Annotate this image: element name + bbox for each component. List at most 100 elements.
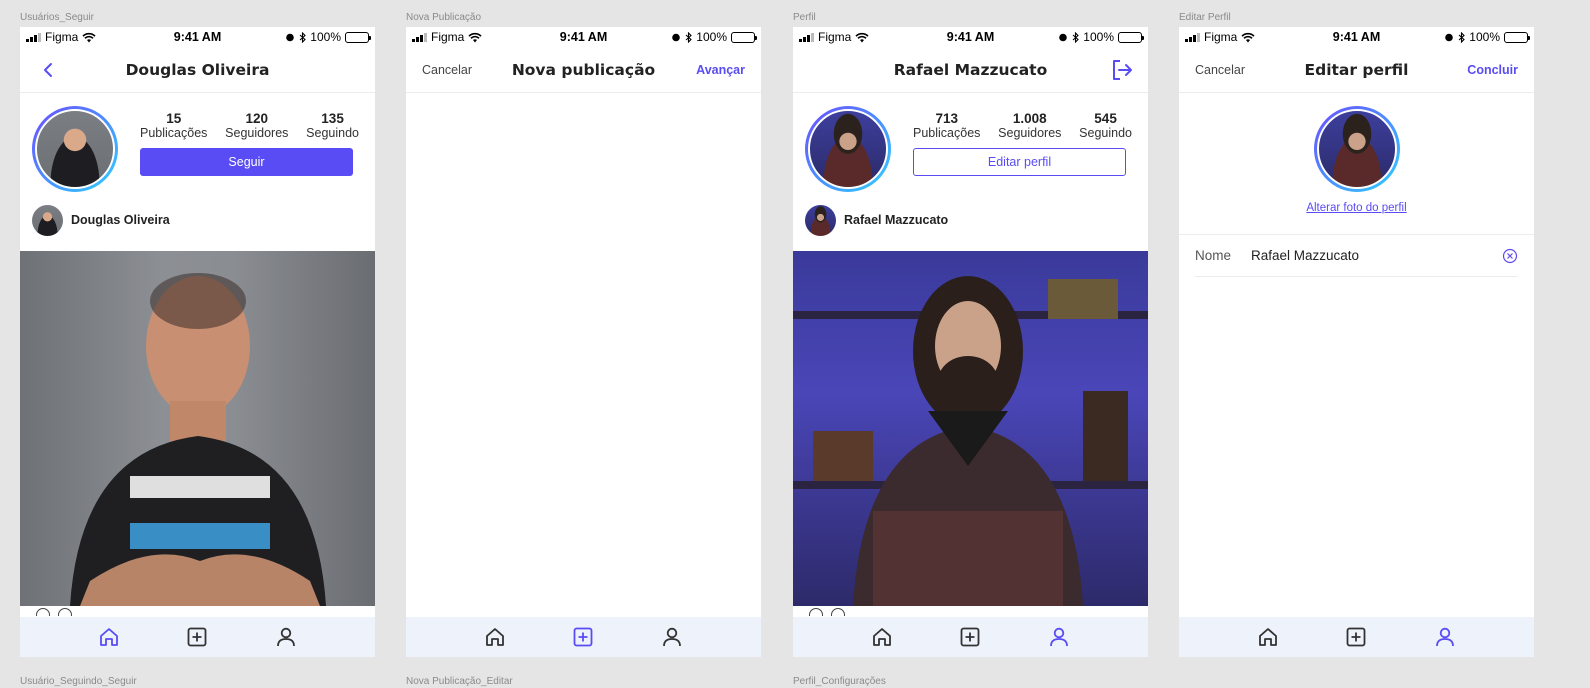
page-title: Editar perfil [1304,60,1409,79]
home-icon [1259,628,1278,646]
tab-add[interactable] [1341,622,1371,652]
cancel-button[interactable]: Cancelar [1195,63,1245,77]
frame-label: Nova Publicação [406,12,482,23]
frame-label: Perfil_Configurações [793,676,886,687]
avatar [805,106,891,192]
profile-stats: 713 Publicações 1.008 Seguidores 545 Seguin… [913,111,1136,140]
signal-icon [1185,32,1200,42]
stat-posts: 15 Publicações [140,111,208,140]
tab-profile[interactable] [657,622,687,652]
post-author-row[interactable]: Rafael Mazzucato [793,201,1148,239]
battery-icon [345,31,371,43]
tab-add[interactable] [955,622,985,652]
edit-profile-button[interactable]: Editar perfil [913,148,1126,176]
post-image [793,251,1148,606]
phone-new-post: Figma 9:41 AM 100% Cancelar Nova publica… [406,27,761,657]
tab-add[interactable] [182,622,212,652]
tab-profile[interactable] [1430,622,1460,652]
battery-percent: 100% [310,30,341,44]
post-actions-peek [809,608,845,616]
tab-bar [20,617,375,657]
tab-home[interactable] [1253,622,1283,652]
name-field-row: Nome [1195,235,1518,277]
alarm-icon [1059,33,1068,42]
stat-posts: 713 Publicações [913,111,981,140]
post-actions-peek [36,608,72,616]
plus-square-icon [961,627,980,647]
tab-home[interactable] [480,622,510,652]
user-icon [276,627,295,647]
tab-add[interactable] [568,622,598,652]
profile-summary: 15 Publicações 120 Seguidores 135 Seguindo … [20,93,375,201]
nav-header: Cancelar Nova publicação Avançar [406,47,761,93]
battery-icon [1118,31,1144,43]
done-button[interactable]: Concluir [1467,63,1518,77]
plus-square-icon [1347,627,1366,647]
plus-square-icon [188,627,207,647]
avatar[interactable] [1313,106,1400,192]
bluetooth-icon [685,31,693,43]
user-icon [662,627,681,647]
stat-followers[interactable]: 120 Seguidores [225,111,288,140]
name-label: Nome [1195,248,1232,263]
post-author-name: Douglas Oliveira [71,213,170,227]
carrier-name: Figma [431,30,465,44]
cancel-button[interactable]: Cancelar [422,63,472,77]
next-button[interactable]: Avançar [696,63,745,77]
post-author-avatar [805,204,836,236]
tab-home[interactable] [867,622,897,652]
wifi-icon [1241,32,1255,42]
phone-edit-profile: Figma 9:41 AM 100% Cancelar Editar perfi… [1179,27,1534,657]
page-title: Douglas Oliveira [125,60,270,79]
status-bar: Figma 9:41 AM 100% [1179,27,1534,47]
carrier-name: Figma [1204,30,1238,44]
wifi-icon [82,32,96,42]
post-author-row[interactable]: Douglas Oliveira [20,201,375,239]
wifi-icon [468,32,482,42]
carrier-name: Figma [818,30,852,44]
stat-following[interactable]: 545 Seguindo [1079,111,1132,140]
nav-header: Douglas Oliveira [20,47,375,93]
signal-icon [26,32,41,42]
logout-icon[interactable] [1110,58,1134,82]
nav-header: Rafael Mazzucato [793,47,1148,93]
name-input[interactable] [1251,248,1502,263]
status-bar: Figma 9:41 AM 100% [406,27,761,47]
tab-profile[interactable] [271,622,301,652]
tab-bar [793,617,1148,657]
nav-header: Cancelar Editar perfil Concluir [1179,47,1534,93]
user-icon [1435,627,1454,647]
back-chevron-icon[interactable] [38,60,58,80]
frame-label: Perfil [793,12,816,23]
change-photo-link[interactable]: Alterar foto do perfil [1306,202,1406,214]
home-icon [873,628,892,646]
avatar [32,106,118,192]
status-bar: Figma 9:41 AM 100% [793,27,1148,47]
page-title: Rafael Mazzucato [893,60,1048,79]
battery-percent: 100% [696,30,727,44]
bluetooth-icon [1072,31,1080,43]
profile-stats: 15 Publicações 120 Seguidores 135 Seguindo [140,111,363,140]
frame-label: Editar Perfil [1179,12,1231,23]
plus-square-icon [574,627,593,647]
frame-label: Usuário_Seguindo_Seguir [20,676,137,687]
post-author-avatar [32,204,63,236]
follow-button[interactable]: Seguir [140,148,353,176]
post-image [20,251,375,606]
home-icon [100,628,119,646]
tab-home[interactable] [94,622,124,652]
status-bar: Figma 9:41 AM 100% [20,27,375,47]
stat-following[interactable]: 135 Seguindo [306,111,359,140]
alarm-icon [672,33,681,42]
edit-avatar-section: Alterar foto do perfil [1179,93,1534,235]
stat-followers[interactable]: 1.008 Seguidores [998,111,1061,140]
home-icon [486,628,505,646]
clear-icon[interactable] [1502,248,1518,264]
profile-summary: 713 Publicações 1.008 Seguidores 545 Seguin… [793,93,1148,201]
battery-icon [1504,31,1530,43]
tab-profile[interactable] [1044,622,1074,652]
signal-icon [412,32,427,42]
tab-bar [406,617,761,657]
bluetooth-icon [1458,31,1466,43]
post-author-name: Rafael Mazzucato [844,213,949,227]
